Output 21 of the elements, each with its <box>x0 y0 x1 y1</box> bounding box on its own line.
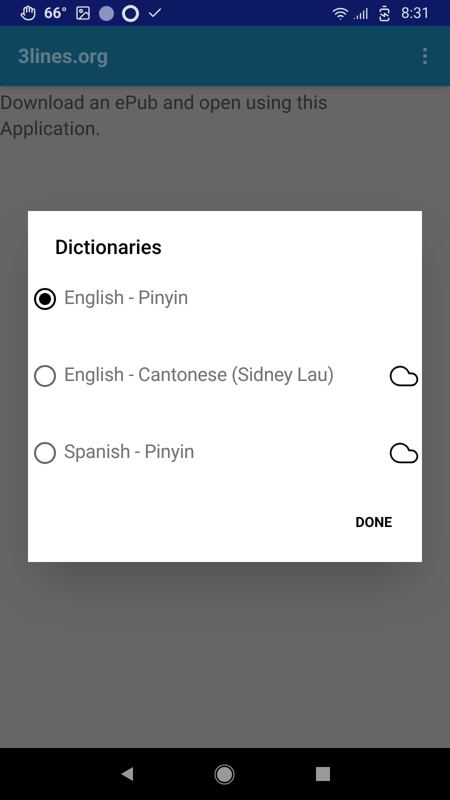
radio-button[interactable] <box>34 442 56 464</box>
home-icon[interactable] <box>214 764 236 784</box>
option-label: English - Pinyin <box>64 285 190 312</box>
clock-text: 8:31 <box>401 2 430 24</box>
radio-button[interactable] <box>34 364 56 386</box>
touch-icon <box>20 5 36 21</box>
radio-button[interactable] <box>34 288 56 310</box>
recents-icon[interactable] <box>316 767 330 781</box>
option-label: Spanish - Pinyin <box>64 439 196 466</box>
signal-icon <box>353 6 368 20</box>
dictionary-option[interactable]: English - Pinyin <box>28 260 422 337</box>
dictionary-option[interactable]: Spanish - Pinyin <box>28 414 422 491</box>
dictionary-option[interactable]: English - Cantonese (Sidney Lau) <box>28 337 422 414</box>
option-label: English - Cantonese (Sidney Lau) <box>64 362 335 388</box>
back-icon[interactable] <box>120 766 134 782</box>
message-text: Download an ePub and open using this Application. <box>0 90 329 142</box>
temperature-text: 66° <box>44 2 68 24</box>
done-button[interactable]: DONE <box>347 505 400 542</box>
dialog-title: Dictionaries <box>54 234 163 260</box>
image-icon <box>75 5 92 21</box>
app-title: 3lines.org <box>18 43 109 70</box>
